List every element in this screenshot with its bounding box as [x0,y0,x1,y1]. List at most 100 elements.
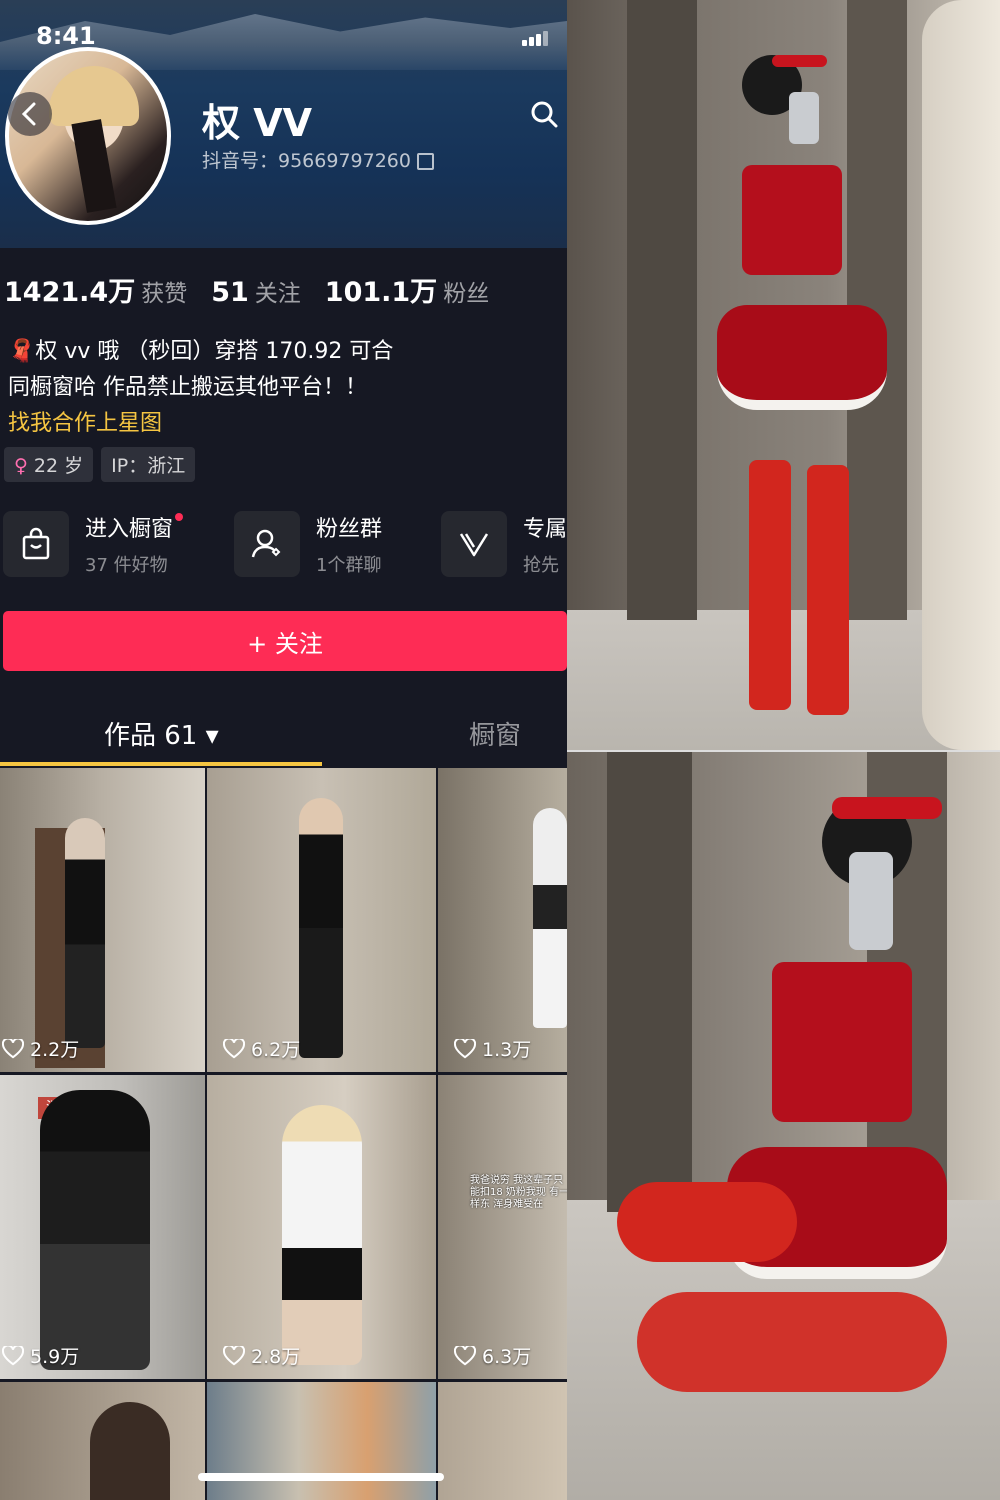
service-fan-group-title: 粉丝群 [316,517,383,542]
active-tab-indicator [0,762,322,766]
stat-followers-label: 粉丝 [443,281,490,307]
service-exclusive-title: 专属 [522,517,567,542]
stat-following[interactable]: 51 关注 [211,274,301,308]
mirror-frame [922,0,1000,750]
service-shop-sub: 37 件好物 [85,555,168,576]
video-thumbnail[interactable]: 1.3万 [438,768,567,1072]
red-bow [832,797,942,819]
stat-following-value: 51 [211,277,249,308]
person [90,1402,170,1500]
heart-icon [454,1038,476,1058]
red-top [742,165,842,275]
video-caption-overlay: 我爸说穷 我这辈子只能扣18 奶粉我现 有一样东 浑身难受在 [470,1175,567,1210]
video-thumbnail[interactable]: 6.2万 [207,768,436,1072]
avatar[interactable] [5,47,171,225]
red-stocking-lower [637,1292,947,1392]
video-thumbnail[interactable] [207,1382,436,1500]
stat-following-label: 关注 [254,281,301,307]
video-thumbnail[interactable]: 2.2万 [0,768,205,1072]
video-likes-count: 1.3万 [482,1039,532,1061]
red-stocking-left [749,460,791,710]
stat-likes[interactable]: 1421.4万 获赞 [4,270,187,309]
video-thumbnail[interactable]: 2.8万 [207,1075,436,1379]
phone [789,92,819,144]
red-stocking-upper [617,1182,797,1262]
search-icon [531,101,558,128]
profile-name: 权 VV [202,101,313,145]
person [282,1105,362,1365]
bio-link-xingtu[interactable]: 找我合作上星图 [8,406,558,442]
video-thumbnail[interactable] [438,1382,567,1500]
profile-header-banner: 8:41 权 VV 抖音号：95669797260 [0,0,567,248]
female-icon: ♀ [14,455,28,477]
stat-followers-value: 101.1万 [324,277,438,308]
video-likes-count: 5.9万 [30,1346,80,1368]
video-likes: 6.2万 [221,1035,300,1062]
person [533,808,567,1028]
profile-screen: 8:41 权 VV 抖音号：95669797260 1421.4万 获赞 51 关注… [0,0,567,1500]
video-likes: 2.2万 [0,1035,79,1062]
red-bow [772,55,827,67]
bio-line-1: 🧣权 vv 哦 （秒回）穿搭 170.92 可合 [8,334,558,370]
heart-icon [223,1038,245,1058]
red-top [772,962,912,1122]
scarf-icon: 🧣 [8,339,36,364]
service-exclusive-sub: 抢先 [522,555,559,576]
profile-tags: ♀ 22 岁 IP：浙江 [4,447,196,482]
red-stocking-right [807,465,849,715]
person [40,1090,150,1370]
follow-button[interactable]: + 关注 [3,611,567,671]
service-shop-title-text: 进入橱窗 [85,517,174,542]
service-shop-title: 进入橱窗 [85,511,184,543]
stat-likes-label: 获赞 [141,281,188,307]
video-thumbnail[interactable]: 消火 5.9万 [0,1075,205,1379]
notification-dot [175,513,184,521]
v-icon [441,511,507,577]
home-indicator[interactable] [198,1473,444,1481]
video-likes-count: 2.2万 [30,1039,80,1061]
person [65,818,105,1048]
heart-icon [223,1345,245,1365]
service-shop-window[interactable]: 进入橱窗 37 件好物 [3,510,184,578]
tab-shop-window[interactable]: 橱窗 [469,715,521,752]
search-button[interactable] [522,92,566,136]
ip-tag: IP：浙江 [101,447,196,482]
video-likes-count: 6.3万 [482,1346,532,1368]
age-tag-text: 22 岁 [33,455,84,477]
video-likes: 2.8万 [221,1342,300,1369]
douyin-id[interactable]: 抖音号：95669797260 [202,146,434,173]
fan-group-icon [234,511,300,577]
photo-standing [567,0,1000,750]
profile-stats: 1421.4万 获赞 51 关注 101.1万 粉丝 [4,270,489,309]
red-skirt [717,305,887,410]
video-thumbnail[interactable] [0,1382,205,1500]
chevron-left-icon [21,102,36,126]
back-button[interactable] [8,92,52,136]
service-fan-group-sub: 1个群聊 [316,555,382,576]
photo-kneeling [567,752,1000,1500]
service-exclusive[interactable]: 专属 抢先 [441,510,567,578]
phone [849,852,893,950]
heart-icon [2,1038,24,1058]
video-thumbnail[interactable]: 我爸说穷 我这辈子只能扣18 奶粉我现 有一样东 浑身难受在 6.3万 [438,1075,567,1379]
douyin-id-text: 抖音号：95669797260 [202,150,411,172]
bio-line-1-text: 权 vv 哦 （秒回）穿搭 170.92 可合 [35,339,394,364]
tab-works[interactable]: 作品 61 ▾ [104,715,219,752]
photo-column [567,0,1000,1500]
video-likes: 6.3万 [452,1342,531,1369]
heart-icon [454,1345,476,1365]
status-time: 8:41 [36,22,96,50]
profile-bio: 🧣权 vv 哦 （秒回）穿搭 170.92 可合 同橱窗哈 作品禁止搬运其他平台… [8,334,558,442]
shopping-bag-icon [3,511,69,577]
age-tag: ♀ 22 岁 [4,447,94,482]
signal-icon [522,30,548,46]
service-fan-group[interactable]: 粉丝群 1个群聊 [234,510,382,578]
door [607,752,692,1212]
stat-followers[interactable]: 101.1万 粉丝 [325,270,489,309]
heart-icon [2,1345,24,1365]
video-likes: 1.3万 [452,1035,531,1062]
copy-icon[interactable] [416,153,434,170]
person [299,798,343,1058]
video-likes: 5.9万 [0,1342,79,1369]
video-likes-count: 2.8万 [251,1346,301,1368]
